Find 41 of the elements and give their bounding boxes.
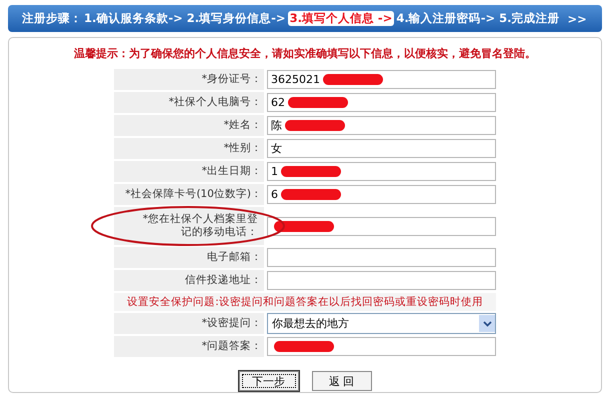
input-field[interactable]: [267, 337, 496, 356]
input-field[interactable]: 1: [267, 162, 496, 181]
field-label: 电子邮箱：: [114, 247, 264, 268]
redaction-mark: [323, 74, 383, 85]
steps-prefix: 注册步骤：: [22, 11, 82, 26]
redaction-mark: [288, 97, 348, 108]
input-field[interactable]: 62: [267, 93, 496, 112]
input-field[interactable]: [267, 216, 496, 236]
chevron-down-icon: [479, 315, 495, 332]
input-field[interactable]: 女: [267, 139, 496, 158]
notice-text: 温馨提示：为了确保您的个人信息安全，请如实准确填写以下信息，以便核实，避免冒名登陆。: [74, 46, 536, 61]
field-label: *出生日期：: [114, 161, 264, 182]
step-label: 1.确认服务条款->: [83, 11, 184, 26]
field-label: *社会保障卡号(10位数字)：: [114, 184, 264, 205]
input-field[interactable]: 陈: [267, 116, 496, 135]
form-button[interactable]: 返 回: [312, 371, 372, 391]
form-button[interactable]: 下一步: [238, 371, 298, 391]
security-note: 设置安全保护问题:设密提问和问题答案在以后找回密码或重设密码时使用: [114, 293, 496, 311]
step-label: 3.填写个人信息 ->: [288, 11, 394, 26]
field-label: *姓名：: [114, 115, 264, 136]
redaction-mark: [285, 120, 345, 131]
redaction-mark: [281, 189, 341, 200]
redaction-mark: [274, 220, 334, 232]
question-select[interactable]: 你最想去的地方: [267, 313, 496, 334]
field-label: 信件投递地址：: [114, 270, 264, 291]
step-label: 4.输入注册密码->: [395, 11, 496, 26]
step-label: 5.完成注册: [498, 11, 561, 26]
more-arrows: >>: [568, 12, 587, 26]
field-label: *社保个人电脑号：: [114, 92, 264, 113]
input-field[interactable]: 3625021: [267, 70, 496, 89]
field-label: *性别：: [114, 138, 264, 159]
step-label: 2.填写身份信息->: [186, 11, 287, 26]
field-label: *身份证号：: [114, 69, 264, 90]
redaction-mark: [274, 341, 334, 352]
field-label: *问题答案：: [114, 336, 264, 357]
redaction-mark: [281, 166, 341, 177]
input-field[interactable]: 6: [267, 185, 496, 204]
field-label: *设密提问：: [114, 313, 264, 334]
input-field[interactable]: [267, 248, 496, 267]
field-label: *您在社保个人档案里登记的移动电话：: [114, 207, 264, 245]
input-field[interactable]: [267, 271, 496, 290]
